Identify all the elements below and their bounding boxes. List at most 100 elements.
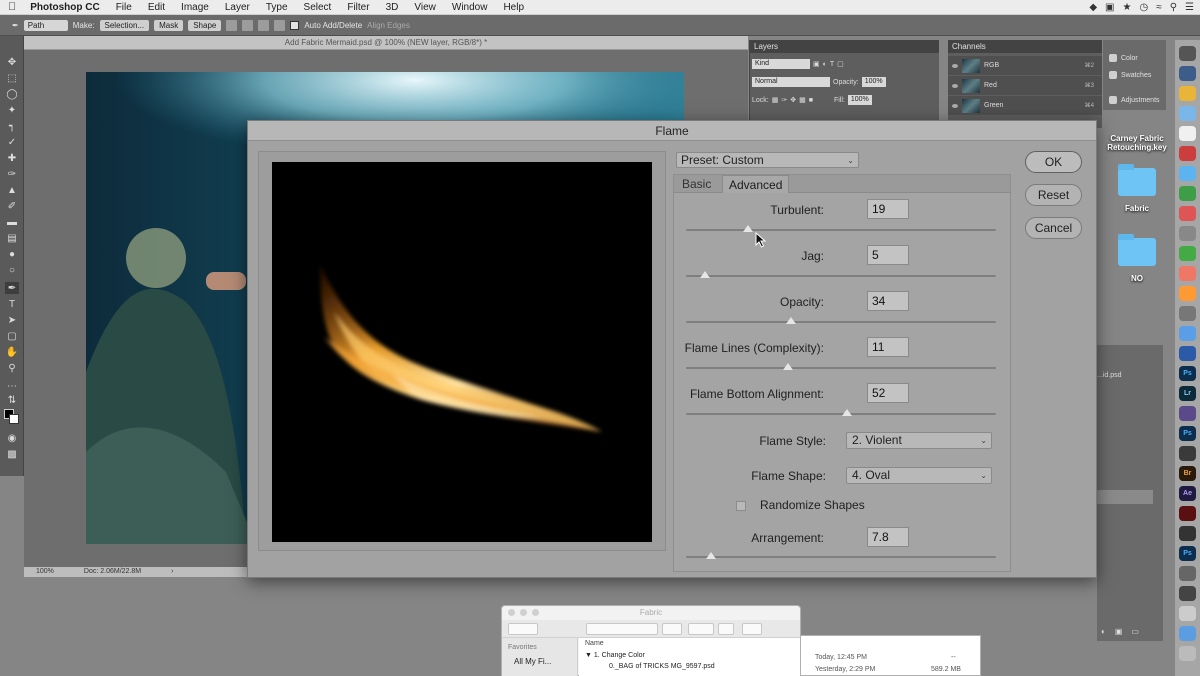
zoom-level[interactable]: 100% (36, 567, 54, 577)
filter-shape-icon[interactable]: ▢ (837, 60, 844, 68)
dock-finder-icon[interactable] (1179, 626, 1196, 641)
status-arrow-icon[interactable]: › (171, 567, 173, 577)
trash-icon[interactable]: ▭ (1131, 627, 1139, 636)
zoom-icon[interactable] (532, 609, 539, 616)
minimize-icon[interactable] (520, 609, 527, 616)
dock-app-icon[interactable] (1179, 226, 1196, 241)
menu-3d[interactable]: 3D (378, 2, 407, 13)
more-tools-icon[interactable]: ⋯ (5, 380, 19, 392)
menu-edit[interactable]: Edit (140, 2, 173, 13)
dock-facetime-icon[interactable] (1179, 186, 1196, 201)
dodge-tool-icon[interactable]: ○ (5, 264, 19, 276)
dock-app-icon[interactable] (1179, 146, 1196, 161)
view-mode-buttons[interactable] (586, 623, 658, 635)
dock-trash-icon[interactable] (1179, 646, 1196, 661)
eyedropper-tool-icon[interactable]: ✓ (5, 136, 19, 148)
camera-icon[interactable]: ▣ (1115, 627, 1123, 636)
dock-app-icon[interactable] (1179, 286, 1196, 301)
path-mode-select[interactable]: Path (23, 19, 68, 31)
dropbox-icon[interactable]: ◆ (1089, 2, 1097, 13)
menu-file[interactable]: File (108, 2, 140, 13)
auto-add-delete-checkbox[interactable] (290, 20, 300, 30)
arrangement-slider-thumb[interactable] (705, 552, 716, 559)
shape-button[interactable]: Shape (188, 19, 222, 31)
menu-list-icon[interactable]: ☰ (1185, 2, 1194, 13)
lock-move-icon[interactable]: ✥ (790, 96, 796, 104)
dock-app-icon[interactable] (1179, 526, 1196, 541)
dock-app-icon[interactable] (1179, 266, 1196, 281)
dock-app-icon[interactable] (1179, 446, 1196, 461)
flame-preview[interactable] (272, 162, 652, 542)
history-brush-tool-icon[interactable]: ✐ (5, 200, 19, 212)
dock-app-icon[interactable] (1179, 346, 1196, 361)
app-menu[interactable]: Photoshop CC (22, 2, 107, 13)
turbulent-input[interactable]: 19 (867, 199, 909, 219)
desktop-keynote-file[interactable]: Carney Fabric Retouching.key (1104, 134, 1170, 152)
flame-lines-slider-thumb[interactable] (783, 363, 794, 370)
dock-bridge-icon[interactable]: Br (1179, 466, 1196, 481)
dock-numbers-icon[interactable] (1179, 246, 1196, 261)
selection-button[interactable]: Selection... (99, 19, 150, 31)
path-selection-tool-icon[interactable]: ➤ (5, 314, 19, 326)
channel-row-red[interactable]: Red ⌘3 (948, 76, 1102, 95)
dock-app-icon[interactable] (1179, 506, 1196, 521)
flame-style-select[interactable]: 2. Violent ⌄ (846, 432, 992, 449)
bluetooth-icon[interactable]: ★ (1123, 2, 1132, 13)
dock-app-icon[interactable] (1179, 106, 1196, 121)
color-panel-button[interactable]: Color (1109, 54, 1138, 62)
dock-app-icon[interactable] (1179, 66, 1196, 81)
opacity-param-input[interactable]: 34 (867, 291, 909, 311)
desktop-folder-no[interactable]: NO (1114, 234, 1160, 283)
dock-app-icon[interactable] (1179, 586, 1196, 601)
settings-gear-icon[interactable] (274, 19, 286, 31)
blur-tool-icon[interactable]: ● (5, 248, 19, 260)
filter-pixel-icon[interactable]: ▣ (813, 60, 820, 68)
dock-app-icon[interactable] (1179, 306, 1196, 321)
list-item[interactable]: ▼ 1. Change Color (585, 652, 645, 659)
lock-artboard-icon[interactable]: ▦ (799, 96, 806, 104)
column-header-name[interactable]: Name (585, 640, 604, 647)
share-icon[interactable] (718, 623, 734, 635)
healing-tool-icon[interactable]: ✚ (5, 152, 19, 164)
visibility-eye-icon[interactable] (952, 83, 958, 88)
hand-tool-icon[interactable]: ✋ (5, 346, 19, 358)
menu-help[interactable]: Help (495, 2, 532, 13)
type-tool-icon[interactable]: T (5, 298, 19, 310)
layers-panel-title[interactable]: Layers (750, 40, 939, 53)
marquee-tool-icon[interactable]: ⬚ (5, 72, 19, 84)
opacity-field[interactable]: 100% (861, 77, 886, 87)
visibility-eye-icon[interactable] (952, 103, 958, 108)
document-tab[interactable]: Add Fabric Mermaid.psd @ 100% (NEW layer… (24, 36, 748, 50)
dock-chrome-icon[interactable] (1179, 86, 1196, 101)
swap-colors-icon[interactable]: ⇅ (5, 394, 19, 406)
dock-app-icon[interactable] (1179, 46, 1196, 61)
dock-photoshop-icon[interactable]: Ps (1179, 426, 1196, 441)
tab-advanced[interactable]: Advanced (722, 175, 790, 193)
turbulent-slider[interactable] (686, 225, 996, 232)
randomize-shapes-label[interactable]: Randomize Shapes (760, 498, 865, 512)
brush-tool-icon[interactable]: ✑ (5, 168, 19, 180)
action-gear-icon[interactable] (688, 623, 714, 635)
screen-icon[interactable]: ▣ (1105, 2, 1114, 13)
dock-app-icon[interactable] (1179, 326, 1196, 341)
lock-pixels-icon[interactable]: ▦ (772, 96, 779, 104)
visibility-eye-icon[interactable] (952, 63, 958, 68)
opacity-param-slider-thumb[interactable] (786, 317, 797, 324)
disclosure-triangle-icon[interactable]: ▼ (585, 652, 592, 659)
blend-mode-select[interactable]: Normal (752, 77, 830, 87)
flame-bottom-alignment-slider[interactable] (686, 409, 996, 416)
fill-field[interactable]: 100% (847, 95, 872, 105)
gradient-tool-icon[interactable]: ▤ (5, 232, 19, 244)
dock-app-icon[interactable] (1179, 406, 1196, 421)
tags-icon[interactable] (742, 623, 762, 635)
dock-photoshop-icon[interactable]: Ps (1179, 546, 1196, 561)
channel-row-rgb[interactable]: RGB ⌘2 (948, 56, 1102, 75)
dock-app-icon[interactable] (1179, 206, 1196, 221)
flame-bottom-alignment-input[interactable]: 52 (867, 383, 909, 403)
filter-type-icon[interactable]: T (830, 61, 834, 68)
lock-all-icon[interactable]: ■ (809, 97, 813, 104)
lasso-tool-icon[interactable]: ◯ (5, 88, 19, 100)
cancel-button[interactable]: Cancel (1025, 217, 1082, 239)
time-machine-icon[interactable]: ◷ (1139, 2, 1148, 13)
move-tool-icon[interactable]: ✥ (5, 56, 19, 68)
